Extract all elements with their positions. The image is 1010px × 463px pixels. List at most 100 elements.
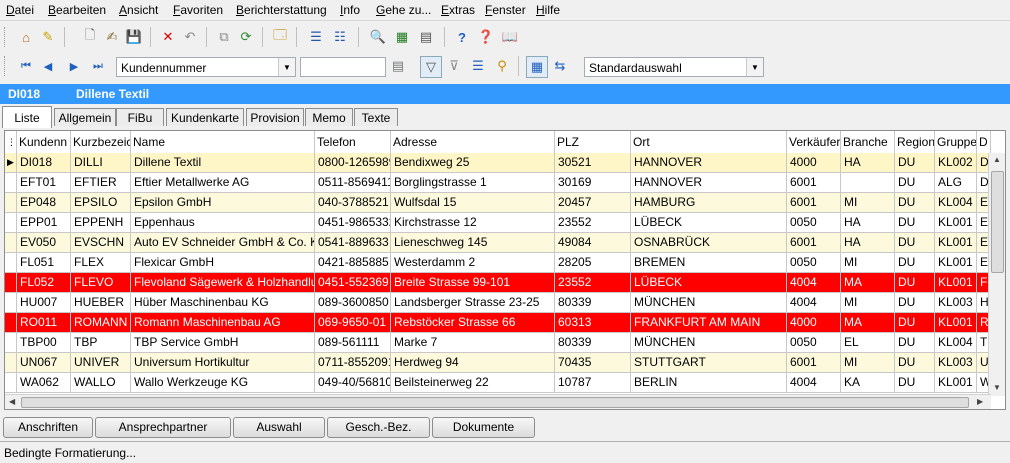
cell-kurzbezeichnung[interactable]: TBP — [71, 333, 131, 352]
undo-icon[interactable]: ↶ — [180, 27, 200, 47]
cell-ort[interactable]: HAMBURG — [631, 193, 787, 212]
cell-plz[interactable]: 30169 — [555, 173, 631, 192]
horizontal-scroll-thumb[interactable] — [21, 397, 969, 408]
help-icon[interactable]: ? — [452, 27, 472, 47]
cell-telefon[interactable]: 0800-1265989 — [315, 153, 391, 172]
row-indicator[interactable] — [5, 193, 17, 212]
tab-fibu[interactable]: FiBu — [116, 108, 164, 126]
tab-texte[interactable]: Texte — [354, 108, 398, 126]
cell-region[interactable]: DU — [895, 193, 935, 212]
filter-icon[interactable]: ▽ — [420, 56, 442, 78]
table-row[interactable]: EPP01 EPPENH Eppenhaus 0451-9865332 Kirchstr… — [5, 213, 991, 233]
scroll-left-icon[interactable]: ◀ — [9, 397, 15, 406]
vertical-scrollbar[interactable]: ▲ ▼ — [988, 153, 1005, 396]
column-chooser-icon[interactable]: ⋮ — [5, 131, 17, 153]
cell-plz[interactable]: 23552 — [555, 213, 631, 232]
cell-ort[interactable]: HANNOVER — [631, 173, 787, 192]
cell-kurzbezeichnung[interactable]: EFTIER — [71, 173, 131, 192]
table-row[interactable]: HU007 HUEBER Hüber Maschinenbau KG 089-3600… — [5, 293, 991, 313]
cell-branche[interactable]: KA — [841, 373, 895, 392]
cell-kundennummer[interactable]: TBP00 — [17, 333, 71, 352]
column-header-telefon[interactable]: Telefon — [315, 131, 391, 153]
cell-gruppe[interactable]: KL001 — [935, 273, 977, 292]
tab-allgemein[interactable]: Allgemein — [54, 108, 116, 126]
cell-kundennummer[interactable]: HU007 — [17, 293, 71, 312]
chevron-down-icon[interactable]: ▼ — [746, 58, 763, 76]
table-row[interactable]: ▶ DI018 DILLI Dillene Textil 0800-1265989 Ben… — [5, 153, 991, 173]
menu-extras[interactable]: Extras — [441, 3, 475, 17]
cell-branche[interactable] — [841, 173, 895, 192]
row-indicator[interactable] — [5, 253, 17, 272]
menu-hilfe[interactable]: Hilfe — [536, 3, 560, 17]
cell-gruppe[interactable]: KL001 — [935, 373, 977, 392]
cell-verkaeufer[interactable]: 4000 — [787, 153, 841, 172]
cell-telefon[interactable]: 040-3788521 — [315, 193, 391, 212]
cell-kurzbezeichnung[interactable]: FLEX — [71, 253, 131, 272]
column-header-name[interactable]: Name — [131, 131, 315, 153]
cell-name[interactable]: TBP Service GmbH — [131, 333, 315, 352]
cell-plz[interactable]: 23552 — [555, 273, 631, 292]
tree-view-icon[interactable]: ☷ — [330, 27, 350, 47]
cell-adresse[interactable]: Landsberger Strasse 23-25 — [391, 293, 555, 312]
edit-icon[interactable]: ✍ — [102, 27, 122, 47]
cell-plz[interactable]: 80339 — [555, 293, 631, 312]
cell-branche[interactable]: MA — [841, 273, 895, 292]
row-indicator[interactable] — [5, 173, 17, 192]
table-row[interactable]: EFT01 EFTIER Eftier Metallwerke AG 0511-856… — [5, 173, 991, 193]
swap-icon[interactable]: ⇆ — [550, 56, 570, 76]
excel-export-icon[interactable]: ▦ — [392, 27, 412, 47]
list-view-icon[interactable]: ☰ — [306, 27, 326, 47]
cell-ort[interactable]: HANNOVER — [631, 153, 787, 172]
cell-ort[interactable]: BREMEN — [631, 253, 787, 272]
cell-adresse[interactable]: Lieneschweg 145 — [391, 233, 555, 252]
ansprechpartner-button[interactable]: Ansprechpartner — [95, 417, 231, 438]
table-row[interactable]: FL052 FLEVO Flevoland Sägewerk & Holzhandl… — [5, 273, 991, 293]
column-header-branche[interactable]: Branche — [841, 131, 895, 153]
row-indicator[interactable] — [5, 273, 17, 292]
column-header-verkaeufer[interactable]: Verkäufer — [787, 131, 841, 153]
cell-kurzbezeichnung[interactable]: DILLI — [71, 153, 131, 172]
cell-region[interactable]: DU — [895, 153, 935, 172]
cell-kurzbezeichnung[interactable]: EVSCHN — [71, 233, 131, 252]
cell-verkaeufer[interactable]: 4004 — [787, 273, 841, 292]
scroll-up-icon[interactable]: ▲ — [993, 155, 1001, 164]
cell-verkaeufer[interactable]: 6001 — [787, 173, 841, 192]
cell-branche[interactable]: MI — [841, 253, 895, 272]
cell-region[interactable]: DU — [895, 273, 935, 292]
table-row[interactable]: WA062 WALLO Wallo Werkzeuge KG 049-40/56810… — [5, 373, 991, 393]
cell-kundennummer[interactable]: FL052 — [17, 273, 71, 292]
refresh-icon[interactable]: ⟳ — [236, 27, 256, 47]
cell-kundennummer[interactable]: EV050 — [17, 233, 71, 252]
cell-kundennummer[interactable]: RO011 — [17, 313, 71, 332]
cell-region[interactable]: DU — [895, 373, 935, 392]
selection-select[interactable]: Standardauswahl ▼ — [584, 57, 764, 77]
anschriften-button[interactable]: Anschriften — [3, 417, 93, 438]
horizontal-scrollbar[interactable]: ◀ ▶ — [5, 394, 991, 409]
cell-adresse[interactable]: Wulfsdal 15 — [391, 193, 555, 212]
table-row[interactable]: RO011 ROMANN Romann Maschinenbau AG 069-965… — [5, 313, 991, 333]
cell-name[interactable]: Universum Hortikultur — [131, 353, 315, 372]
cell-kurzbezeichnung[interactable]: FLEVO — [71, 273, 131, 292]
grid-view-icon[interactable]: ▦ — [526, 56, 548, 78]
cell-telefon[interactable]: 0451-552369 — [315, 273, 391, 292]
save-icon[interactable]: 💾 — [124, 27, 144, 47]
cell-telefon[interactable]: 0451-9865332 — [315, 213, 391, 232]
copy-icon[interactable]: ⧉ — [214, 27, 234, 47]
column-header-kundennummer[interactable]: Kundenn — [17, 131, 71, 153]
report-icon[interactable]: ▤ — [416, 27, 436, 47]
customer-table[interactable]: ⋮ Kundenn Kurzbezeic Name Telefon Adress… — [4, 130, 1006, 410]
cell-plz[interactable]: 60313 — [555, 313, 631, 332]
menu-datei[interactable]: Datei — [6, 3, 34, 17]
cell-branche[interactable]: MI — [841, 293, 895, 312]
cell-branche[interactable]: HA — [841, 233, 895, 252]
cell-adresse[interactable]: Breite Strasse 99-101 — [391, 273, 555, 292]
row-indicator[interactable] — [5, 313, 17, 332]
cell-verkaeufer[interactable]: 4004 — [787, 293, 841, 312]
dokumente-button[interactable]: Dokumente — [432, 417, 535, 438]
toolbar-grip[interactable] — [4, 27, 8, 47]
cell-region[interactable]: DU — [895, 233, 935, 252]
cell-branche[interactable]: MI — [841, 353, 895, 372]
cell-branche[interactable]: HA — [841, 213, 895, 232]
menu-berichterstattung[interactable]: Berichterstattung — [236, 3, 327, 17]
vertical-scroll-thumb[interactable] — [991, 171, 1004, 273]
